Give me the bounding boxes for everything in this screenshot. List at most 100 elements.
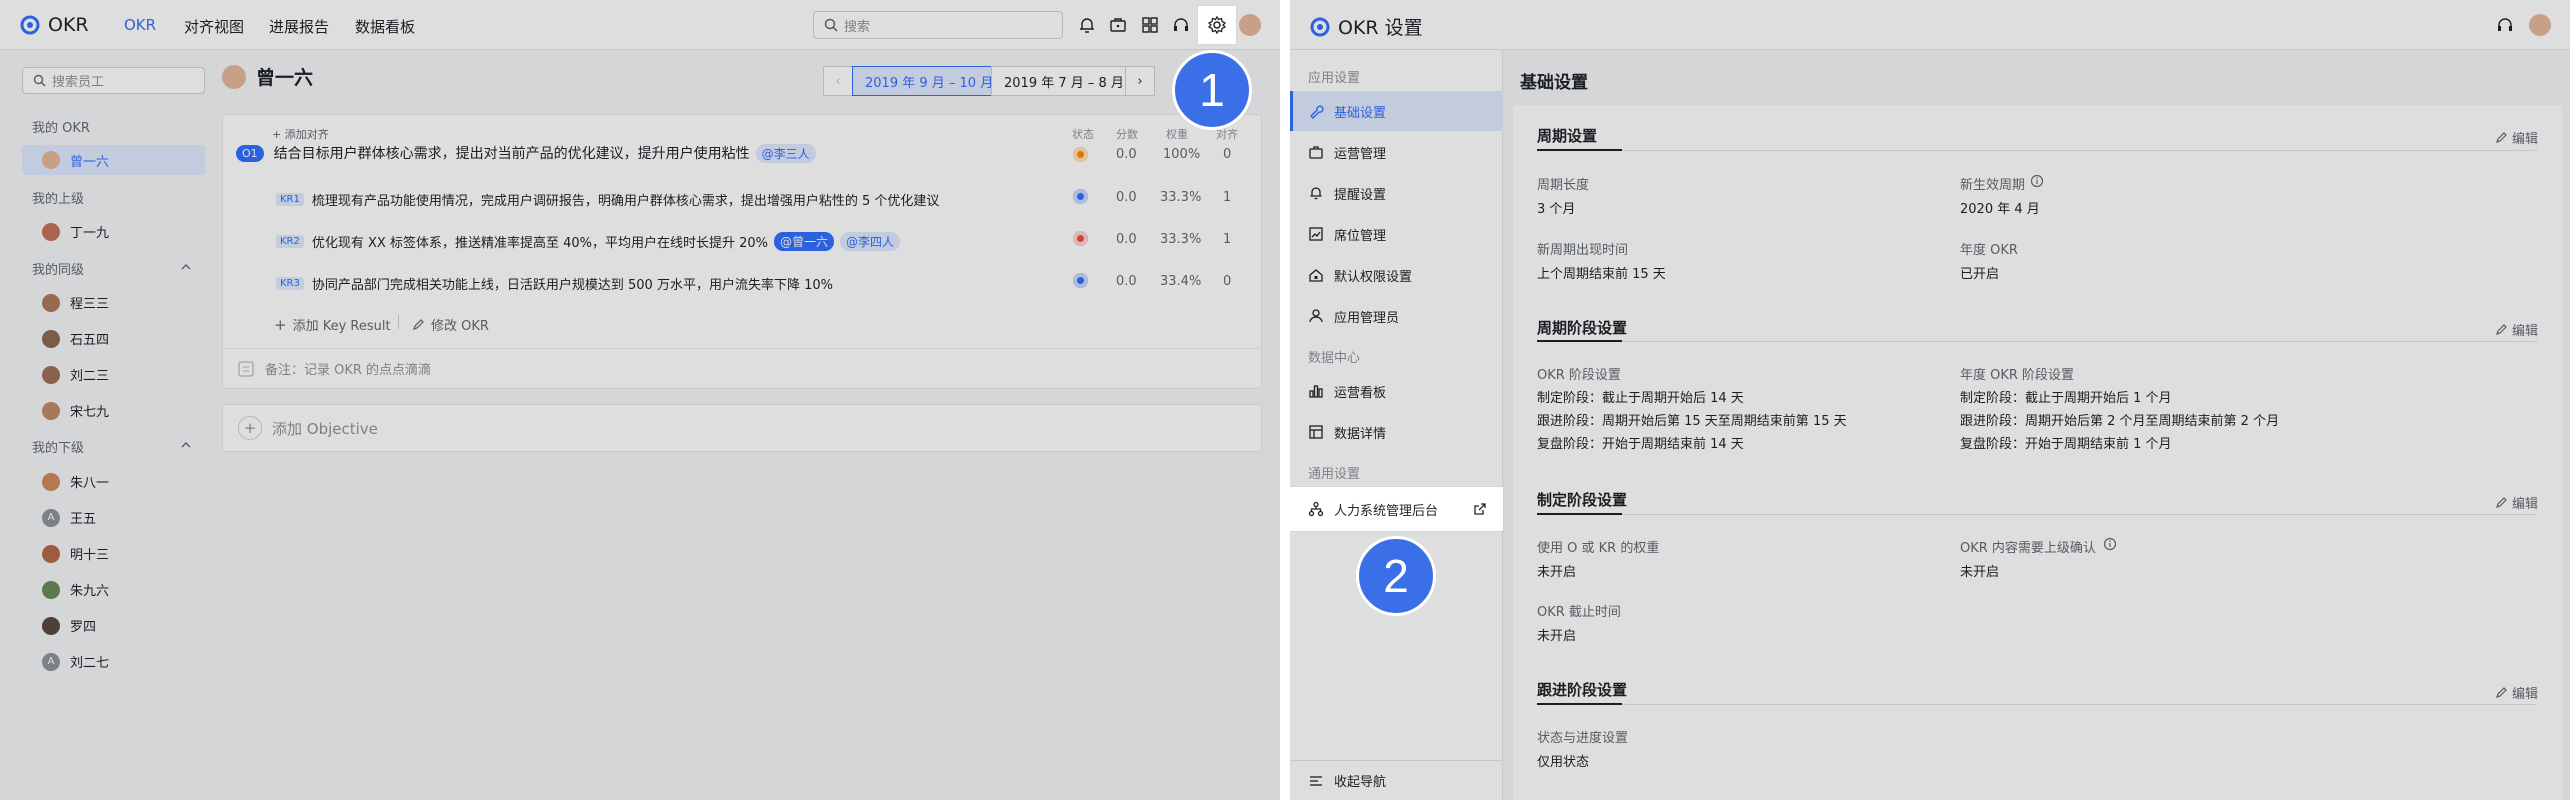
sidebar-item-label: 运营看板 [1334, 385, 1387, 401]
headset-icon[interactable] [1171, 15, 1191, 35]
sidebar-item-basic-settings[interactable]: 基础设置 [1290, 91, 1503, 131]
info-icon[interactable] [2103, 537, 2117, 551]
status-indicator[interactable] [1073, 147, 1088, 162]
sidebar-item-operations[interactable]: 运营管理 [1290, 132, 1503, 172]
employee-search-placeholder: 搜索员工 [52, 75, 105, 90]
edit-button[interactable]: 编辑 [2495, 493, 2538, 512]
avatar [42, 401, 60, 420]
mention-tag[interactable]: @李四人 [840, 232, 901, 251]
weight-cell: 33.3% [1160, 190, 1202, 205]
score-cell: 0.0 [1116, 232, 1137, 247]
score-cell: 0.0 [1116, 274, 1137, 289]
sidebar-item-peer[interactable]: 石五四 [42, 329, 109, 348]
edit-button[interactable]: 编辑 [2495, 683, 2538, 702]
sidebar-item-seats[interactable]: 席位管理 [1290, 214, 1503, 254]
avatar [42, 472, 60, 491]
pencil-icon [412, 318, 425, 331]
user-avatar[interactable] [1239, 14, 1261, 36]
okr-phase-line: 跟进阶段：周期开始后第 15 天至周期结束前第 15 天 [1537, 414, 1847, 429]
sidebar-item-label: 刘二七 [70, 656, 110, 671]
confirm-setting-label: OKR 内容需要上级确认 [1960, 541, 2096, 556]
deadline-value: 未开启 [1537, 629, 1577, 644]
sidebar-item-report[interactable]: 罗四 [42, 616, 96, 635]
annual-phase-label: 年度 OKR 阶段设置 [1960, 368, 2075, 383]
avatar [42, 293, 60, 312]
status-indicator[interactable] [1073, 189, 1088, 204]
bell-icon[interactable] [1077, 15, 1097, 35]
key-result-row[interactable]: KR1 梳理现有产品功能使用情况，完成用户调研报告，明确用户群体核心需求，提出增… [276, 190, 939, 209]
search-placeholder: 搜索 [844, 19, 871, 35]
edit-button[interactable]: 编辑 [2495, 320, 2538, 339]
edit-button[interactable]: 编辑 [2495, 128, 2538, 147]
column-header: 状态 [1072, 128, 1094, 141]
edit-label: 编辑 [2512, 132, 2539, 147]
sidebar-item-label: 罗四 [70, 620, 97, 635]
sidebar-item-report[interactable]: 朱八一 [42, 472, 109, 491]
user-avatar[interactable] [2529, 14, 2551, 36]
okr-logo[interactable]: OKR [20, 14, 89, 36]
avatar [42, 365, 60, 384]
status-indicator[interactable] [1073, 231, 1088, 246]
headset-icon[interactable] [2495, 15, 2515, 35]
tab-okr[interactable]: OKR [124, 16, 156, 34]
search-input[interactable]: 搜索 [813, 11, 1063, 39]
sidebar-item-report[interactable]: A 王五 [42, 508, 96, 527]
align-cell: 0 [1223, 274, 1232, 289]
edit-okr-button[interactable]: 修改 OKR [412, 315, 489, 334]
deadline-label: OKR 截止时间 [1537, 605, 1621, 620]
sidebar-item-data-details[interactable]: 数据详情 [1290, 412, 1503, 452]
key-result-row[interactable]: KR2 优化现有 XX 标签体系，推送精准率提高至 40%，平均用户在线时长提升… [276, 232, 901, 251]
sidebar-item-reminders[interactable]: 提醒设置 [1290, 173, 1503, 213]
objective-row[interactable]: O1 结合目标用户群体核心需求，提出对当前产品的优化建议，提升用户使用粘性 @李… [236, 143, 816, 163]
status-indicator[interactable] [1073, 273, 1088, 288]
app-name: OKR [48, 14, 89, 36]
chevron-up-icon[interactable] [180, 261, 192, 273]
top-bar: OKR 设置 [1290, 0, 2570, 50]
sidebar-item-default-permissions[interactable]: 默认权限设置 [1290, 255, 1503, 295]
tab-alignment-view[interactable]: 对齐视图 [184, 16, 244, 37]
key-result-row[interactable]: KR3 协同产品部门完成相关功能上线，日活跃用户规模达到 500 万水平，用户流… [276, 274, 833, 293]
seat-chart-icon [1308, 226, 1324, 242]
app-settings-label: 应用设置 [1308, 71, 1361, 86]
employee-search-input[interactable]: 搜索员工 [22, 67, 205, 94]
data-center-label: 数据中心 [1308, 351, 1361, 366]
prev-period-button[interactable]: ‹ [823, 66, 853, 96]
sidebar-item-peer[interactable]: 宋七九 [42, 401, 109, 420]
wrench-icon [1308, 103, 1324, 119]
score-cell: 0.0 [1116, 147, 1137, 162]
tab-data-dashboard[interactable]: 数据看板 [355, 16, 415, 37]
tab-progress-report[interactable]: 进展报告 [269, 16, 329, 37]
next-period-button[interactable]: › [1125, 66, 1155, 96]
current-period-button[interactable]: 2019 年 9 月 – 10 月 [852, 66, 1007, 96]
mention-tag[interactable]: @曾一六 [774, 232, 835, 251]
note-row[interactable]: 备注：记录 OKR 的点点滴滴 [222, 348, 1262, 388]
chevron-up-icon[interactable] [180, 439, 192, 451]
sidebar-item-label: 程三三 [70, 297, 110, 312]
settings-button[interactable] [1198, 6, 1236, 44]
sidebar-item-superior[interactable]: 丁一九 [42, 222, 109, 241]
add-key-result-button[interactable]: + 添加 Key Result [274, 315, 391, 335]
mention-tag[interactable]: @李三人 [755, 143, 816, 163]
sidebar-item-report[interactable]: 朱九六 [42, 580, 109, 599]
annual-okr-value: 已开启 [1960, 267, 2000, 282]
add-alignment-link[interactable]: + 添加对齐 [272, 126, 329, 142]
kr-badge: KR2 [276, 235, 304, 248]
sidebar-item-report[interactable]: A 刘二七 [42, 652, 109, 671]
add-objective-button[interactable]: + 添加 Objective [222, 404, 1262, 452]
sidebar-item-hr-admin[interactable]: 人力系统管理后台 [1290, 487, 1503, 531]
sidebar-item-report[interactable]: 明十三 [42, 544, 109, 563]
sidebar-item-peer[interactable]: 刘二三 [42, 365, 109, 384]
sidebar-item-app-admins[interactable]: 应用管理员 [1290, 296, 1503, 336]
info-icon[interactable] [2030, 174, 2044, 188]
edit-label: 编辑 [2512, 324, 2539, 339]
briefcase-icon[interactable] [1108, 15, 1128, 35]
peers-label: 我的同级 [32, 263, 85, 278]
sidebar-item-me[interactable]: 曾一六 [22, 145, 205, 175]
avatar [42, 544, 60, 563]
sidebar-item-label: 宋七九 [70, 405, 110, 420]
apps-grid-icon[interactable] [1140, 15, 1160, 35]
sidebar-item-peer[interactable]: 程三三 [42, 293, 109, 312]
sidebar-item-ops-dashboard[interactable]: 运营看板 [1290, 371, 1503, 411]
previous-period-option[interactable]: 2019 年 7 月 – 8 月 [991, 66, 1137, 96]
collapse-nav-button[interactable]: 收起导航 [1290, 760, 1503, 800]
